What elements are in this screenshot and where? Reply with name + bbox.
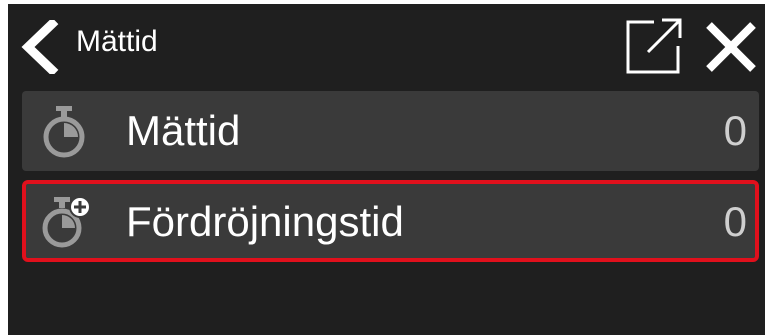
row-value: 0 bbox=[723, 198, 747, 245]
settings-screen: Mättid Mättid 0 Fördröjningstid 0 bbox=[8, 4, 765, 335]
row-value: 0 bbox=[723, 107, 747, 154]
stopwatch-plus-icon bbox=[34, 191, 94, 251]
open-external-icon bbox=[626, 18, 682, 74]
chevron-left-icon bbox=[21, 17, 59, 77]
list-item-measurement-time[interactable]: Mättid 0 bbox=[22, 91, 759, 171]
page-title: Mättid bbox=[76, 25, 158, 58]
stopwatch-icon bbox=[34, 101, 94, 161]
header-bar: Mättid bbox=[8, 4, 765, 84]
row-label: Fördröjningstid bbox=[126, 198, 404, 245]
list-item-delay-time[interactable]: Fördröjningstid 0 bbox=[22, 180, 759, 262]
close-icon bbox=[706, 22, 756, 72]
back-button[interactable] bbox=[18, 17, 62, 77]
row-label: Mättid bbox=[126, 107, 241, 154]
open-external-button[interactable] bbox=[624, 14, 686, 76]
close-button[interactable] bbox=[704, 20, 758, 74]
